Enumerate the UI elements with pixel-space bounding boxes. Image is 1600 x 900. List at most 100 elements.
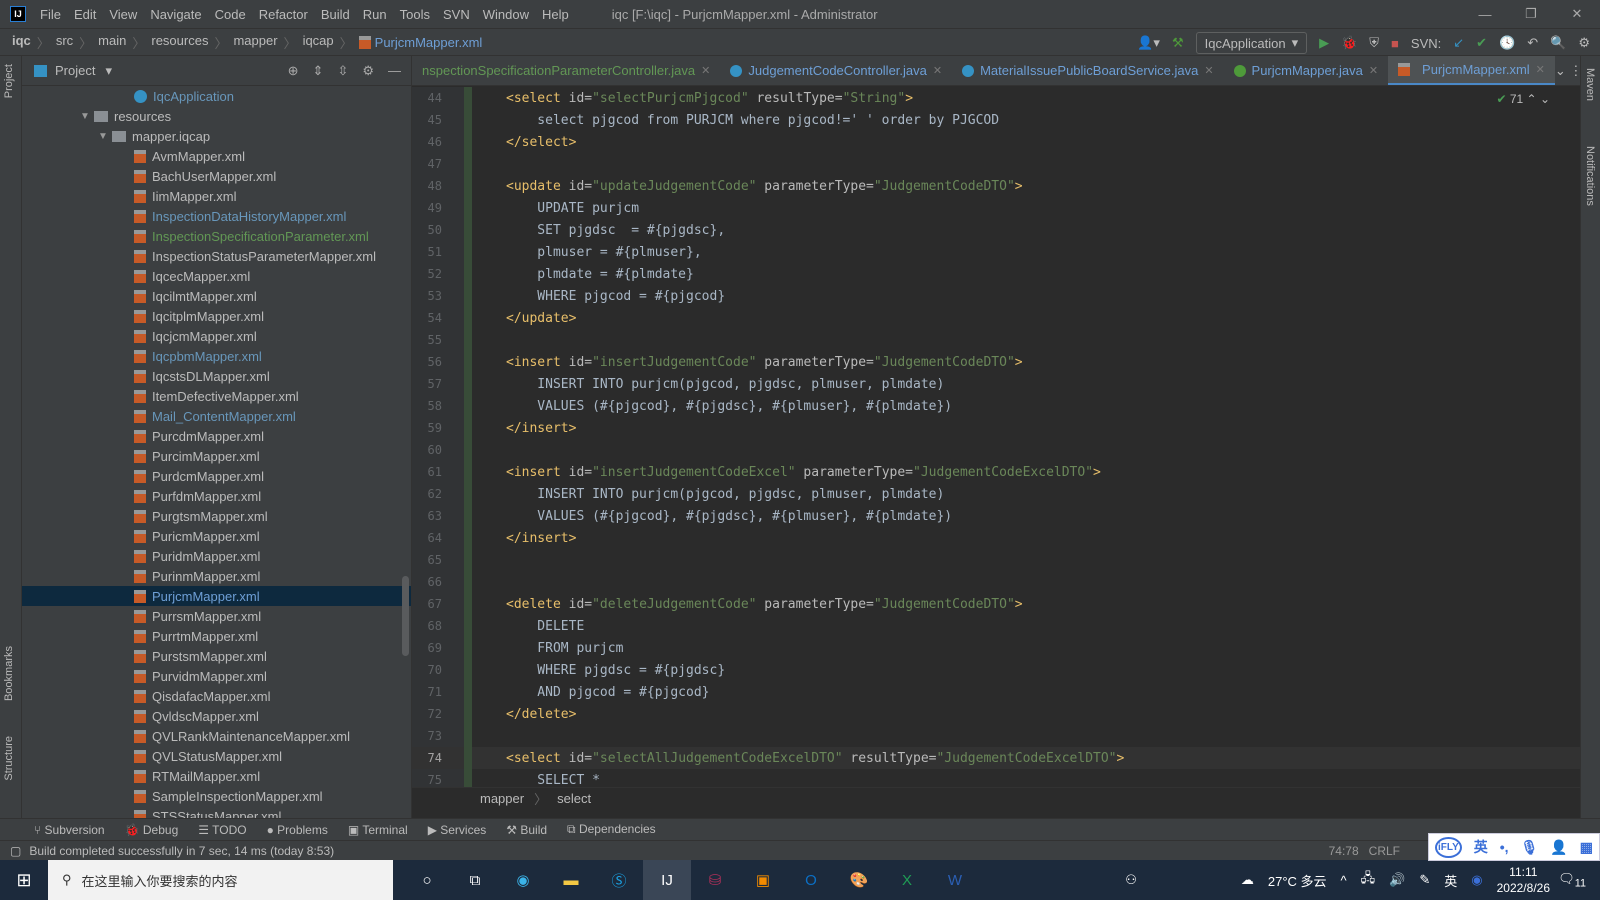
tree-item-file[interactable]: QvldscMapper.xml	[22, 706, 411, 726]
tree-item-app[interactable]: IqcApplication	[22, 86, 411, 106]
line-ending[interactable]: CRLF	[1369, 844, 1400, 858]
minimize-button[interactable]: —	[1462, 0, 1508, 28]
tree-item-file[interactable]: PuricmMapper.xml	[22, 526, 411, 546]
history-icon[interactable]: 🕓	[1499, 35, 1515, 51]
inspection-widget[interactable]: ✔ 71 ⌃ ⌄	[1496, 92, 1550, 106]
coverage-icon[interactable]: ⛨	[1369, 35, 1379, 51]
breadcrumb-item[interactable]: resources	[151, 33, 208, 52]
database-icon[interactable]: ⛁	[691, 860, 739, 900]
breadcrumb-item[interactable]: mapper	[233, 33, 277, 52]
paint-icon[interactable]: 🎨	[835, 860, 883, 900]
close-icon[interactable]: ✕	[701, 64, 710, 77]
breadcrumb-file[interactable]: PurjcmMapper.xml	[375, 35, 483, 50]
expand-all-icon[interactable]: ⇕	[313, 63, 324, 79]
intellij-icon[interactable]: IJ	[643, 860, 691, 900]
tree-item-file[interactable]: IqcstsDLMapper.xml	[22, 366, 411, 386]
tree-item-file[interactable]: RTMailMapper.xml	[22, 766, 411, 786]
menu-item-navigate[interactable]: Navigate	[150, 7, 201, 22]
tree-item-file[interactable]: SampleInspectionMapper.xml	[22, 786, 411, 806]
debug-icon[interactable]: 🐞	[1341, 35, 1357, 51]
ifly-logo[interactable]: iFLY	[1435, 836, 1462, 858]
editor-tab[interactable]: JudgementCodeController.java ✕	[720, 56, 952, 85]
user-icon[interactable]: 👤▾	[1137, 35, 1160, 51]
tree-item-file[interactable]: PurrtmMapper.xml	[22, 626, 411, 646]
notification-center-icon[interactable]: 🗨11	[1558, 871, 1586, 890]
svn-commit-icon[interactable]: ✔	[1476, 35, 1487, 51]
menu-item-build[interactable]: Build	[321, 7, 350, 22]
hide-icon[interactable]: —	[388, 63, 401, 79]
tree-item-file[interactable]: QisdafacMapper.xml	[22, 686, 411, 706]
tree-item-file[interactable]: PuridmMapper.xml	[22, 546, 411, 566]
search-icon[interactable]: 🔍	[1550, 35, 1566, 51]
bookmarks-tool-button[interactable]: Bookmarks	[3, 646, 15, 701]
tree-item-file[interactable]: IqcitplmMapper.xml	[22, 306, 411, 326]
close-icon[interactable]: ✕	[1536, 63, 1545, 76]
status-toggle-icon[interactable]: ▢	[10, 844, 21, 858]
edge-icon[interactable]: ◉	[499, 860, 547, 900]
menu-item-refactor[interactable]: Refactor	[259, 7, 308, 22]
rollback-icon[interactable]: ↶	[1527, 35, 1538, 51]
user-icon[interactable]: 👤	[1550, 839, 1567, 856]
run-config-select[interactable]: IqcApplication ▾	[1195, 32, 1308, 54]
breadcrumb-item[interactable]: iqcap	[303, 33, 334, 52]
stop-icon[interactable]: ■	[1391, 36, 1399, 51]
tree-item-file[interactable]: IqcilmtMapper.xml	[22, 286, 411, 306]
locate-icon[interactable]: ⊕	[288, 63, 299, 79]
punctuation-icon[interactable]: •,	[1500, 839, 1509, 855]
tree-item-file[interactable]: IqcpbmMapper.xml	[22, 346, 411, 366]
cortana-icon[interactable]: ○	[403, 860, 451, 900]
menu-item-svn[interactable]: SVN	[443, 7, 470, 22]
svn-update-icon[interactable]: ↙	[1453, 35, 1464, 51]
tool-tab-todo[interactable]: ☰ TODO	[198, 823, 246, 837]
vmware-icon[interactable]: ▣	[739, 860, 787, 900]
ifly-tray-icon[interactable]: ◉	[1471, 872, 1482, 888]
tree-item-file[interactable]: PurcimMapper.xml	[22, 446, 411, 466]
tree-item-file[interactable]: IqcecMapper.xml	[22, 266, 411, 286]
file-explorer-icon[interactable]: ▬	[547, 860, 595, 900]
editor-tab[interactable]: nspectionSpecificationParameterControlle…	[412, 56, 720, 85]
project-tool-button[interactable]: Project	[3, 64, 15, 98]
chevron-down-icon[interactable]: ▾	[105, 63, 112, 79]
tree-folder-mapper-iqcap[interactable]: ▼ mapper.iqcap	[22, 126, 411, 146]
tree-item-file[interactable]: QVLStatusMapper.xml	[22, 746, 411, 766]
tray-expand-icon[interactable]: ^	[1341, 873, 1347, 888]
network-icon[interactable]: 🖧	[1361, 869, 1376, 891]
build-hammer-icon[interactable]: ⚒	[1172, 35, 1184, 51]
menu-item-help[interactable]: Help	[542, 7, 569, 22]
tool-tab-problems[interactable]: ● Problems	[267, 823, 328, 837]
settings-icon[interactable]: ⚙	[1578, 35, 1590, 51]
tree-item-file[interactable]: BachUserMapper.xml	[22, 166, 411, 186]
tree-item-file[interactable]: InspectionStatusParameterMapper.xml	[22, 246, 411, 266]
menu-item-tools[interactable]: Tools	[400, 7, 430, 22]
skype-icon[interactable]: Ⓢ	[595, 860, 643, 900]
tree-item-file[interactable]: PurcdmMapper.xml	[22, 426, 411, 446]
close-icon[interactable]: ✕	[1204, 64, 1213, 77]
code-area[interactable]: 44 <select id="selectPurjcmPjgcod" result…	[412, 87, 1580, 791]
menu-item-run[interactable]: Run	[363, 7, 387, 22]
input-lang[interactable]: 英	[1444, 871, 1457, 890]
tree-item-file[interactable]: PurfdmMapper.xml	[22, 486, 411, 506]
grid-icon[interactable]: ▦	[1580, 839, 1593, 856]
breadcrumb-item[interactable]: src	[56, 33, 73, 52]
tree-item-file[interactable]: Mail_ContentMapper.xml	[22, 406, 411, 426]
tree-item-file[interactable]: PurdcmMapper.xml	[22, 466, 411, 486]
tree-item-file[interactable]: InspectionDataHistoryMapper.xml	[22, 206, 411, 226]
clock[interactable]: 11:11 2022/8/26	[1497, 864, 1550, 896]
restore-button[interactable]: ❐	[1508, 0, 1554, 28]
run-icon[interactable]: ▶	[1319, 35, 1329, 51]
caret-position[interactable]: 74:78	[1329, 844, 1359, 858]
editor-crumb-mapper[interactable]: mapper	[480, 791, 524, 806]
breadcrumb-item[interactable]: main	[98, 33, 126, 52]
menu-item-view[interactable]: View	[109, 7, 137, 22]
tree-item-file[interactable]: PurvidmMapper.xml	[22, 666, 411, 686]
tree-item-file[interactable]: PurgtsmMapper.xml	[22, 506, 411, 526]
volume-icon[interactable]: 🔊	[1389, 872, 1405, 888]
maven-tool-button[interactable]: Maven	[1584, 68, 1596, 101]
tool-tab-services[interactable]: ▶ Services	[428, 823, 487, 837]
tree-item-file[interactable]: ItemDefectiveMapper.xml	[22, 386, 411, 406]
menu-item-file[interactable]: File	[40, 7, 61, 22]
close-icon[interactable]: ✕	[933, 64, 942, 77]
tree-item-file[interactable]: STSStatusMapper.xml	[22, 806, 411, 818]
editor-crumb-select[interactable]: select	[557, 791, 591, 806]
menu-item-code[interactable]: Code	[215, 7, 246, 22]
